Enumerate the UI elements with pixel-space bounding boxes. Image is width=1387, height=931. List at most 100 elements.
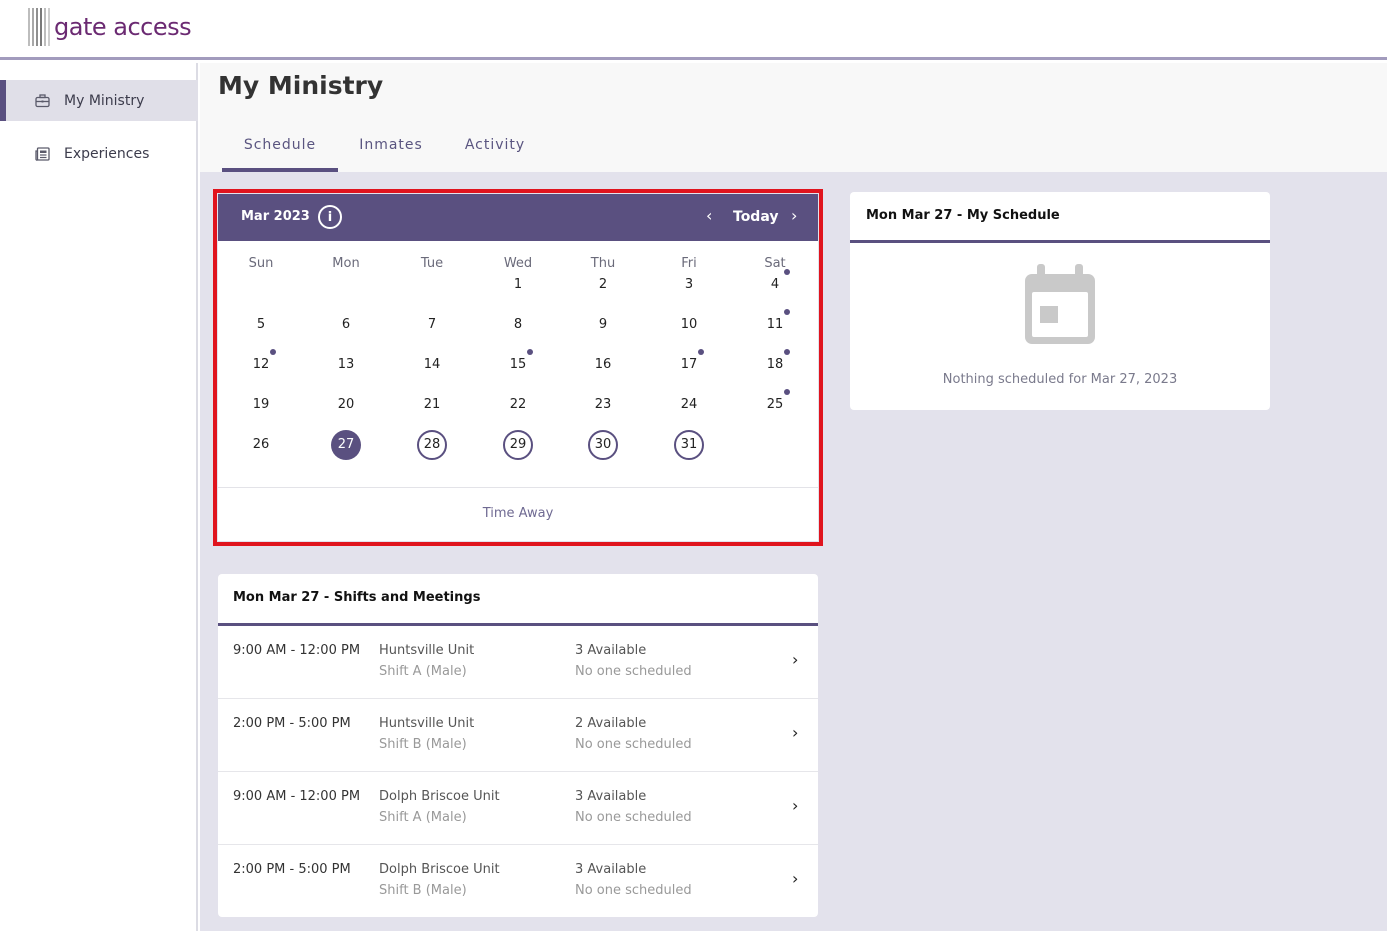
shifts-title: Mon Mar 27 - Shifts and Meetings	[233, 590, 481, 605]
newspaper-icon	[34, 146, 50, 162]
calendar-day[interactable]: 9	[587, 311, 619, 339]
event-dot	[784, 269, 790, 275]
calendar-day[interactable]: 18	[759, 351, 791, 379]
calendar-day[interactable]: 11	[759, 311, 791, 339]
shift-name: Shift A (Male)	[379, 810, 467, 825]
shift-available: 3 Available	[575, 789, 647, 804]
calendar-day[interactable]: 4	[759, 271, 791, 299]
calendar-day[interactable]: 2	[587, 271, 619, 299]
shift-unit: Dolph Briscoe Unit	[379, 862, 500, 877]
shift-unit: Dolph Briscoe Unit	[379, 789, 500, 804]
weekday-header: Sat	[764, 256, 786, 271]
shift-time: 2:00 PM - 5:00 PM	[233, 716, 351, 731]
my-schedule-divider	[850, 240, 1270, 243]
calendar-day[interactable]: 23	[587, 391, 619, 419]
shift-row[interactable]: 2:00 PM - 5:00 PM Dolph Briscoe Unit Shi…	[218, 845, 818, 917]
calendar-day[interactable]: 28	[417, 430, 447, 460]
sidebar-item-label: My Ministry	[64, 92, 145, 109]
top-bar: gate access	[0, 0, 1387, 60]
calendar-day[interactable]: 26	[245, 431, 277, 459]
calendar-day[interactable]: 14	[416, 351, 448, 379]
info-icon[interactable]: i	[318, 205, 342, 229]
calendar-day[interactable]: 16	[587, 351, 619, 379]
calendar-day[interactable]: 17	[673, 351, 705, 379]
briefcase-icon	[34, 93, 50, 109]
calendar-day[interactable]: 21	[416, 391, 448, 419]
shift-row[interactable]: 9:00 AM - 12:00 PM Dolph Briscoe Unit Sh…	[218, 772, 818, 845]
shift-unit: Huntsville Unit	[379, 643, 475, 658]
weekday-header: Wed	[503, 256, 533, 271]
event-dot	[698, 349, 704, 355]
tab-activity[interactable]: Activity	[452, 125, 538, 172]
sidebar-item-label: Experiences	[64, 145, 150, 162]
calendar-day[interactable]: 29	[503, 430, 533, 460]
event-dot	[527, 349, 533, 355]
my-schedule-card: Mon Mar 27 - My Schedule Nothing schedul…	[850, 192, 1270, 410]
weekday-header: Tue	[420, 256, 444, 271]
logo-text: gate access	[54, 13, 192, 41]
calendar-day[interactable]: 12	[245, 351, 277, 379]
calendar-day[interactable]: 31	[674, 430, 704, 460]
shift-name: Shift B (Male)	[379, 883, 467, 898]
calendar-day[interactable]: 22	[502, 391, 534, 419]
calendar-day[interactable]: 19	[245, 391, 277, 419]
event-dot	[270, 349, 276, 355]
today-button[interactable]: Today	[733, 209, 778, 225]
shift-available: 3 Available	[575, 862, 647, 877]
calendar-day[interactable]: 1	[502, 271, 534, 299]
calendar-day[interactable]: 10	[673, 311, 705, 339]
weekday-header: Sun	[248, 256, 274, 271]
sidebar: My Ministry Experiences	[0, 63, 198, 931]
calendar-card: Mar 2023 i ‹ Today › Sun Mon Tue Wed Thu Fri S…	[218, 194, 818, 541]
chevron-right-icon[interactable]: ›	[792, 723, 798, 742]
gate-access-logo[interactable]: gate access	[28, 8, 192, 46]
event-dot	[784, 309, 790, 315]
next-month-button[interactable]: ›	[791, 206, 797, 225]
sidebar-item-experiences[interactable]: Experiences	[6, 133, 198, 174]
weekday-header: Mon	[332, 256, 360, 271]
chevron-right-icon[interactable]: ›	[792, 650, 798, 669]
calendar-day[interactable]: 15	[502, 351, 534, 379]
calendar-day[interactable]: 7	[416, 311, 448, 339]
shift-available: 2 Available	[575, 716, 647, 731]
calendar-day[interactable]: 20	[330, 391, 362, 419]
shift-row[interactable]: 9:00 AM - 12:00 PM Huntsville Unit Shift…	[218, 626, 818, 699]
shift-scheduled: No one scheduled	[575, 737, 692, 752]
shift-unit: Huntsville Unit	[379, 716, 475, 731]
shift-scheduled: No one scheduled	[575, 664, 692, 679]
chevron-right-icon[interactable]: ›	[792, 869, 798, 888]
page-title: My Ministry	[218, 71, 384, 100]
previous-month-button[interactable]: ‹	[706, 206, 712, 225]
shifts-card: Mon Mar 27 - Shifts and Meetings 9:00 AM…	[218, 574, 818, 917]
shift-row[interactable]: 2:00 PM - 5:00 PM Huntsville Unit Shift …	[218, 699, 818, 772]
time-away-link[interactable]: Time Away	[218, 506, 818, 521]
shift-available: 3 Available	[575, 643, 647, 658]
event-dot	[784, 349, 790, 355]
my-schedule-title: Mon Mar 27 - My Schedule	[866, 208, 1060, 223]
empty-schedule-message: Nothing scheduled for Mar 27, 2023	[942, 372, 1178, 387]
calendar-day[interactable]: 24	[673, 391, 705, 419]
shift-time: 2:00 PM - 5:00 PM	[233, 862, 351, 877]
sidebar-item-my-ministry[interactable]: My Ministry	[0, 80, 198, 121]
shift-time: 9:00 AM - 12:00 PM	[233, 789, 361, 804]
shift-scheduled: No one scheduled	[575, 883, 692, 898]
calendar-day[interactable]: 13	[330, 351, 362, 379]
shift-name: Shift B (Male)	[379, 737, 467, 752]
calendar-day[interactable]: 8	[502, 311, 534, 339]
shift-scheduled: No one scheduled	[575, 810, 692, 825]
calendar-day[interactable]: 30	[588, 430, 618, 460]
calendar-day[interactable]: 27	[331, 430, 361, 460]
tab-schedule[interactable]: Schedule	[222, 125, 338, 172]
chevron-right-icon[interactable]: ›	[792, 796, 798, 815]
calendar-day[interactable]: 6	[330, 311, 362, 339]
calendar-day[interactable]: 5	[245, 311, 277, 339]
tab-inmates[interactable]: Inmates	[345, 125, 437, 172]
calendar-day[interactable]: 25	[759, 391, 791, 419]
calendar-icon	[1025, 264, 1095, 348]
calendar-day[interactable]: 3	[673, 271, 705, 299]
event-dot	[784, 389, 790, 395]
calendar-month-label: Mar 2023	[241, 209, 310, 224]
calendar-header: Mar 2023 i ‹ Today ›	[218, 194, 818, 241]
shift-name: Shift A (Male)	[379, 664, 467, 679]
main-header: My Ministry Schedule Inmates Activity	[200, 63, 1387, 172]
